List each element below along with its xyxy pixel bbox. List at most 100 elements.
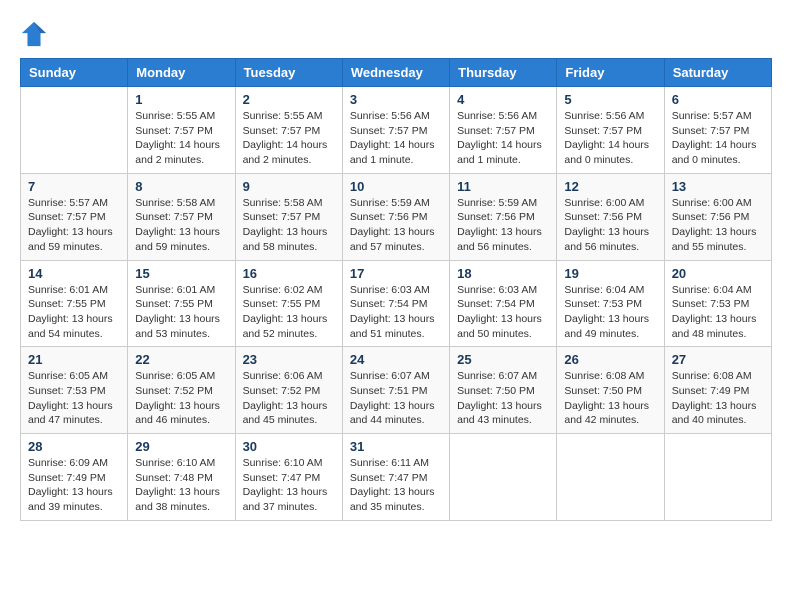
day-info: Sunrise: 6:08 AM Sunset: 7:50 PM Dayligh… (564, 369, 656, 428)
column-header-tuesday: Tuesday (235, 59, 342, 87)
day-number: 27 (672, 352, 764, 367)
day-info: Sunrise: 6:09 AM Sunset: 7:49 PM Dayligh… (28, 456, 120, 515)
day-info: Sunrise: 5:57 AM Sunset: 7:57 PM Dayligh… (28, 196, 120, 255)
calendar-cell: 19 Sunrise: 6:04 AM Sunset: 7:53 PM Dayli… (557, 260, 664, 347)
day-info: Sunrise: 6:03 AM Sunset: 7:54 PM Dayligh… (457, 283, 549, 342)
calendar-cell: 17 Sunrise: 6:03 AM Sunset: 7:54 PM Dayli… (342, 260, 449, 347)
day-number: 13 (672, 179, 764, 194)
calendar-cell: 29Sunrise: 6:10 AM Sunset: 7:48 PM Dayli… (128, 434, 235, 521)
day-info: Sunrise: 6:07 AM Sunset: 7:51 PM Dayligh… (350, 369, 442, 428)
calendar-cell: 11Sunrise: 5:59 AM Sunset: 7:56 PM Dayli… (450, 173, 557, 260)
calendar-cell: 16 Sunrise: 6:02 AM Sunset: 7:55 PM Dayli… (235, 260, 342, 347)
day-info: Sunrise: 6:10 AM Sunset: 7:48 PM Dayligh… (135, 456, 227, 515)
day-info: Sunrise: 5:55 AM Sunset: 7:57 PM Dayligh… (243, 109, 335, 168)
calendar-cell: 26 Sunrise: 6:08 AM Sunset: 7:50 PM Dayli… (557, 347, 664, 434)
day-info: Sunrise: 6:08 AM Sunset: 7:49 PM Dayligh… (672, 369, 764, 428)
calendar-cell (557, 434, 664, 521)
calendar-cell: 5 Sunrise: 5:56 AM Sunset: 7:57 PM Daylig… (557, 87, 664, 174)
day-info: Sunrise: 6:10 AM Sunset: 7:47 PM Dayligh… (243, 456, 335, 515)
calendar-cell: 13 Sunrise: 6:00 AM Sunset: 7:56 PM Dayli… (664, 173, 771, 260)
page-header (20, 20, 772, 48)
day-info: Sunrise: 5:57 AM Sunset: 7:57 PM Dayligh… (672, 109, 764, 168)
calendar-cell: 14 Sunrise: 6:01 AM Sunset: 7:55 PM Dayli… (21, 260, 128, 347)
calendar-cell: 21Sunrise: 6:05 AM Sunset: 7:53 PM Dayli… (21, 347, 128, 434)
calendar-cell: 15 Sunrise: 6:01 AM Sunset: 7:55 PM Dayli… (128, 260, 235, 347)
day-number: 8 (135, 179, 227, 194)
day-number: 15 (135, 266, 227, 281)
calendar-header-row: SundayMondayTuesdayWednesdayThursdayFrid… (21, 59, 772, 87)
calendar-cell: 25 Sunrise: 6:07 AM Sunset: 7:50 PM Dayli… (450, 347, 557, 434)
column-header-thursday: Thursday (450, 59, 557, 87)
day-number: 2 (243, 92, 335, 107)
calendar-week-2: 7 Sunrise: 5:57 AM Sunset: 7:57 PM Daylig… (21, 173, 772, 260)
calendar-week-3: 14 Sunrise: 6:01 AM Sunset: 7:55 PM Dayli… (21, 260, 772, 347)
day-number: 19 (564, 266, 656, 281)
calendar-week-5: 28 Sunrise: 6:09 AM Sunset: 7:49 PM Dayli… (21, 434, 772, 521)
calendar-cell: 23 Sunrise: 6:06 AM Sunset: 7:52 PM Dayli… (235, 347, 342, 434)
day-number: 30 (243, 439, 335, 454)
day-info: Sunrise: 6:07 AM Sunset: 7:50 PM Dayligh… (457, 369, 549, 428)
calendar-cell: 28 Sunrise: 6:09 AM Sunset: 7:49 PM Dayli… (21, 434, 128, 521)
day-number: 28 (28, 439, 120, 454)
day-number: 5 (564, 92, 656, 107)
calendar-cell: 24Sunrise: 6:07 AM Sunset: 7:51 PM Dayli… (342, 347, 449, 434)
day-info: Sunrise: 6:00 AM Sunset: 7:56 PM Dayligh… (672, 196, 764, 255)
day-number: 31 (350, 439, 442, 454)
day-number: 14 (28, 266, 120, 281)
calendar-cell: 2 Sunrise: 5:55 AM Sunset: 7:57 PM Daylig… (235, 87, 342, 174)
day-number: 25 (457, 352, 549, 367)
day-info: Sunrise: 5:56 AM Sunset: 7:57 PM Dayligh… (457, 109, 549, 168)
calendar-cell (664, 434, 771, 521)
day-info: Sunrise: 6:00 AM Sunset: 7:56 PM Dayligh… (564, 196, 656, 255)
day-info: Sunrise: 6:04 AM Sunset: 7:53 PM Dayligh… (564, 283, 656, 342)
day-info: Sunrise: 5:56 AM Sunset: 7:57 PM Dayligh… (350, 109, 442, 168)
calendar-week-4: 21Sunrise: 6:05 AM Sunset: 7:53 PM Dayli… (21, 347, 772, 434)
calendar-cell: 10 Sunrise: 5:59 AM Sunset: 7:56 PM Dayli… (342, 173, 449, 260)
day-number: 21 (28, 352, 120, 367)
calendar-cell: 22 Sunrise: 6:05 AM Sunset: 7:52 PM Dayli… (128, 347, 235, 434)
logo (20, 20, 52, 48)
day-number: 17 (350, 266, 442, 281)
calendar-table: SundayMondayTuesdayWednesdayThursdayFrid… (20, 58, 772, 521)
day-number: 26 (564, 352, 656, 367)
calendar-cell: 9 Sunrise: 5:58 AM Sunset: 7:57 PM Daylig… (235, 173, 342, 260)
calendar-cell: 1Sunrise: 5:55 AM Sunset: 7:57 PM Daylig… (128, 87, 235, 174)
calendar-cell: 7 Sunrise: 5:57 AM Sunset: 7:57 PM Daylig… (21, 173, 128, 260)
calendar-cell: 30 Sunrise: 6:10 AM Sunset: 7:47 PM Dayli… (235, 434, 342, 521)
day-info: Sunrise: 6:03 AM Sunset: 7:54 PM Dayligh… (350, 283, 442, 342)
day-number: 18 (457, 266, 549, 281)
calendar-cell: 6Sunrise: 5:57 AM Sunset: 7:57 PM Daylig… (664, 87, 771, 174)
day-info: Sunrise: 6:02 AM Sunset: 7:55 PM Dayligh… (243, 283, 335, 342)
calendar-cell: 18 Sunrise: 6:03 AM Sunset: 7:54 PM Dayli… (450, 260, 557, 347)
day-info: Sunrise: 6:11 AM Sunset: 7:47 PM Dayligh… (350, 456, 442, 515)
column-header-monday: Monday (128, 59, 235, 87)
day-number: 11 (457, 179, 549, 194)
day-number: 10 (350, 179, 442, 194)
calendar-cell (21, 87, 128, 174)
day-number: 9 (243, 179, 335, 194)
calendar-cell: 20Sunrise: 6:04 AM Sunset: 7:53 PM Dayli… (664, 260, 771, 347)
day-number: 7 (28, 179, 120, 194)
calendar-week-1: 1Sunrise: 5:55 AM Sunset: 7:57 PM Daylig… (21, 87, 772, 174)
day-number: 22 (135, 352, 227, 367)
logo-icon (20, 20, 48, 48)
day-info: Sunrise: 5:59 AM Sunset: 7:56 PM Dayligh… (350, 196, 442, 255)
day-info: Sunrise: 5:58 AM Sunset: 7:57 PM Dayligh… (243, 196, 335, 255)
calendar-cell: 12Sunrise: 6:00 AM Sunset: 7:56 PM Dayli… (557, 173, 664, 260)
day-info: Sunrise: 6:01 AM Sunset: 7:55 PM Dayligh… (135, 283, 227, 342)
day-info: Sunrise: 5:58 AM Sunset: 7:57 PM Dayligh… (135, 196, 227, 255)
day-number: 16 (243, 266, 335, 281)
day-info: Sunrise: 6:01 AM Sunset: 7:55 PM Dayligh… (28, 283, 120, 342)
day-number: 23 (243, 352, 335, 367)
day-info: Sunrise: 5:55 AM Sunset: 7:57 PM Dayligh… (135, 109, 227, 168)
day-number: 3 (350, 92, 442, 107)
column-header-friday: Friday (557, 59, 664, 87)
day-info: Sunrise: 5:56 AM Sunset: 7:57 PM Dayligh… (564, 109, 656, 168)
day-info: Sunrise: 6:04 AM Sunset: 7:53 PM Dayligh… (672, 283, 764, 342)
day-number: 4 (457, 92, 549, 107)
day-info: Sunrise: 6:05 AM Sunset: 7:52 PM Dayligh… (135, 369, 227, 428)
calendar-cell: 31 Sunrise: 6:11 AM Sunset: 7:47 PM Dayli… (342, 434, 449, 521)
day-info: Sunrise: 6:06 AM Sunset: 7:52 PM Dayligh… (243, 369, 335, 428)
calendar-cell (450, 434, 557, 521)
calendar-cell: 3 Sunrise: 5:56 AM Sunset: 7:57 PM Daylig… (342, 87, 449, 174)
